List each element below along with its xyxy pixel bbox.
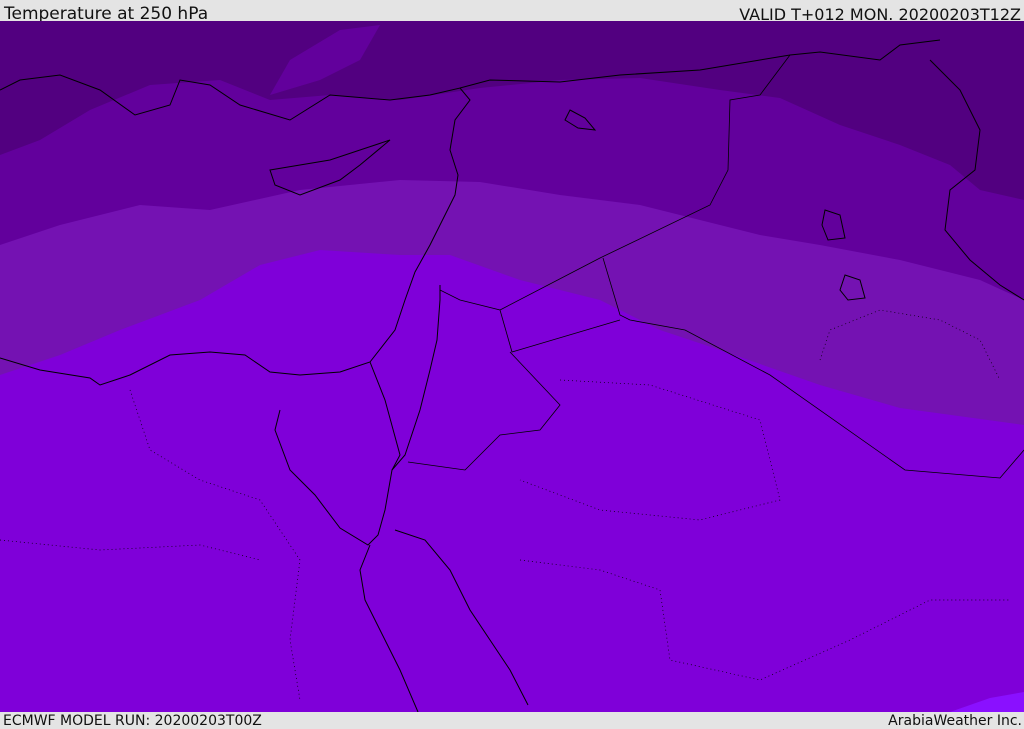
footer-bar: ECMWF MODEL RUN: 20200203T00Z ArabiaWeat… <box>0 712 1024 729</box>
header-bar: Temperature at 250 hPa VALID T+012 MON. … <box>0 0 1024 24</box>
temperature-map[interactable] <box>0 21 1024 713</box>
credit-label: ArabiaWeather Inc. <box>888 713 1022 729</box>
model-run-label: ECMWF MODEL RUN: 20200203T00Z <box>3 713 262 729</box>
